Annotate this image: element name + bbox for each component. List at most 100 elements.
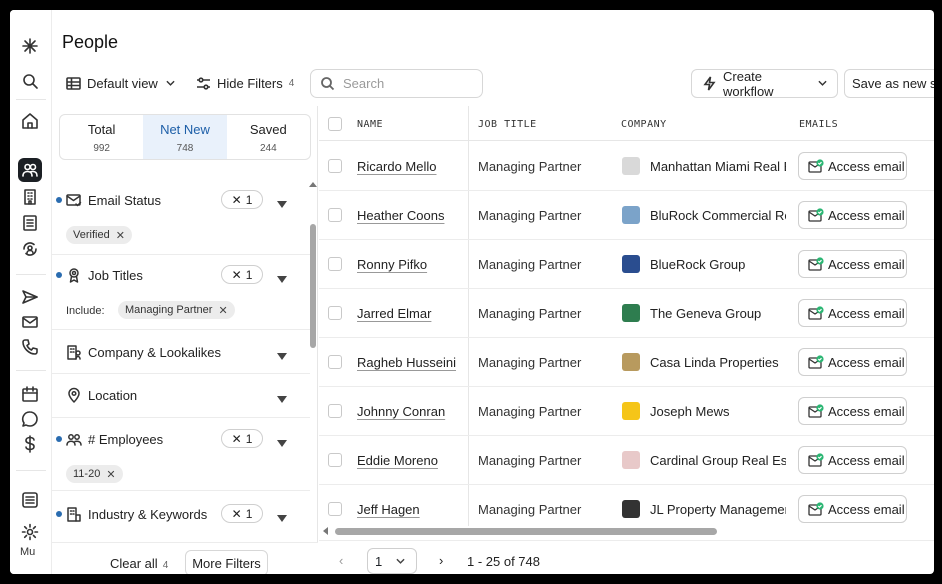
more-filters-button[interactable]: More Filters <box>185 550 268 574</box>
remove-chip-icon[interactable]: ✕ <box>116 229 125 242</box>
building-icon[interactable] <box>18 185 42 209</box>
column-header-job[interactable]: JOB TITLE <box>478 119 537 130</box>
remove-chip-icon[interactable]: ✕ <box>218 304 227 317</box>
remove-chip-icon[interactable]: ✕ <box>106 468 115 481</box>
tab-net-new[interactable]: Net New 748 <box>143 115 227 159</box>
access-email-button[interactable]: Access email <box>798 397 907 425</box>
search-input[interactable]: Search <box>310 69 483 98</box>
sparkle-logo-icon[interactable] <box>18 34 42 58</box>
person-name-link[interactable]: Jarred Elmar <box>357 306 431 321</box>
dollar-icon[interactable] <box>18 432 42 456</box>
tab-total[interactable]: Total 992 <box>60 115 143 159</box>
refresh-user-icon[interactable] <box>18 237 42 261</box>
table-row[interactable]: Jarred Elmar Managing Partner The Geneva G… <box>319 289 934 338</box>
company-name[interactable]: Casa Linda Properties <box>650 355 786 370</box>
column-header-name[interactable]: NAME <box>357 119 383 130</box>
filter-header[interactable]: Email Status ✕ 1 <box>52 182 310 218</box>
table-row[interactable]: Jeff Hagen Managing Partner JL Property Ma… <box>319 485 934 526</box>
select-all-checkbox[interactable] <box>328 117 342 131</box>
scroll-left-icon[interactable] <box>323 527 328 535</box>
row-checkbox[interactable] <box>328 502 342 516</box>
access-email-button[interactable]: Access email <box>798 495 907 523</box>
chevron-down-icon[interactable] <box>277 510 287 522</box>
table-row[interactable]: Ronny Pifko Managing Partner BlueRock Grou… <box>319 240 934 289</box>
filter-count-badge[interactable]: ✕ 1 <box>221 504 263 523</box>
table-row[interactable]: Ricardo Mello Managing Partner Manhattan M… <box>319 142 934 191</box>
person-name-link[interactable]: Eddie Moreno <box>357 453 438 468</box>
people-icon[interactable] <box>18 158 42 182</box>
row-checkbox[interactable] <box>328 355 342 369</box>
save-as-new-button[interactable]: Save as new se <box>844 69 934 98</box>
company-name[interactable]: JL Property Managemen <box>650 502 786 517</box>
row-checkbox[interactable] <box>328 208 342 222</box>
send-icon[interactable] <box>18 285 42 309</box>
scroll-up-icon[interactable] <box>309 182 317 187</box>
filter-chip[interactable]: Verified ✕ <box>66 226 132 244</box>
filter-chip[interactable]: Managing Partner ✕ <box>118 301 235 319</box>
clear-all-button[interactable]: Clear all 4 <box>110 556 168 571</box>
home-icon[interactable] <box>18 109 42 133</box>
chevron-down-icon[interactable] <box>277 391 287 403</box>
scrollbar-thumb[interactable] <box>310 224 316 348</box>
filter-header[interactable]: Industry & Keywords ✕ 1 <box>52 496 310 532</box>
access-email-button[interactable]: Access email <box>798 446 907 474</box>
company-name[interactable]: BlueRock Group <box>650 257 786 272</box>
prev-page-button[interactable]: ‹ <box>339 553 343 568</box>
person-name-link[interactable]: Ricardo Mello <box>357 159 436 174</box>
row-checkbox[interactable] <box>328 306 342 320</box>
table-row[interactable]: Ragheb Husseini Managing Partner Casa Lind… <box>319 338 934 387</box>
table-row[interactable]: Eddie Moreno Managing Partner Cardinal Gro… <box>319 436 934 485</box>
scrollbar-thumb[interactable] <box>335 528 717 535</box>
row-checkbox[interactable] <box>328 453 342 467</box>
create-workflow-button[interactable]: Create workflow <box>691 69 838 99</box>
person-name-link[interactable]: Ronny Pifko <box>357 257 427 272</box>
view-selector[interactable]: Default view <box>66 69 175 98</box>
column-header-emails[interactable]: EMAILS <box>799 119 838 130</box>
chevron-down-icon[interactable] <box>277 196 287 208</box>
list-icon[interactable] <box>18 211 42 235</box>
access-email-button[interactable]: Access email <box>798 348 907 376</box>
company-name[interactable]: BluRock Commercial Rea <box>650 208 786 223</box>
user-initials[interactable]: Mu <box>20 546 35 558</box>
person-name-link[interactable]: Jeff Hagen <box>357 502 420 517</box>
row-checkbox[interactable] <box>328 257 342 271</box>
company-name[interactable]: The Geneva Group <box>650 306 786 321</box>
filter-header[interactable]: Location <box>52 377 310 413</box>
filter-count-badge[interactable]: ✕ 1 <box>221 265 263 284</box>
tab-saved[interactable]: Saved 244 <box>227 115 310 159</box>
chat-icon[interactable] <box>18 407 42 431</box>
filter-header[interactable]: # Employees ✕ 1 <box>52 421 310 457</box>
chevron-down-icon[interactable] <box>277 435 287 447</box>
chevron-down-icon[interactable] <box>277 271 287 283</box>
search-icon[interactable] <box>18 69 42 93</box>
access-email-button[interactable]: Access email <box>798 152 907 180</box>
next-page-button[interactable]: › <box>439 553 443 568</box>
row-checkbox[interactable] <box>328 159 342 173</box>
access-email-button[interactable]: Access email <box>798 299 907 327</box>
person-name-link[interactable]: Johnny Conran <box>357 404 445 419</box>
person-name-link[interactable]: Ragheb Husseini <box>357 355 456 370</box>
filter-count-badge[interactable]: ✕ 1 <box>221 190 263 209</box>
access-email-button[interactable]: Access email <box>798 201 907 229</box>
table-row[interactable]: Heather Coons Managing Partner BluRock Com… <box>319 191 934 240</box>
page-select[interactable]: 1 <box>367 548 417 574</box>
filter-count-badge[interactable]: ✕ 1 <box>221 429 263 448</box>
company-name[interactable]: Joseph Mews <box>650 404 786 419</box>
phone-icon[interactable] <box>18 335 42 359</box>
hide-filters-button[interactable]: Hide Filters 4 <box>196 69 294 98</box>
company-name[interactable]: Manhattan Miami Real E <box>650 159 786 174</box>
filter-header[interactable]: Company & Lookalikes <box>52 334 310 370</box>
access-email-button[interactable]: Access email <box>798 250 907 278</box>
row-checkbox[interactable] <box>328 404 342 418</box>
table-row[interactable]: Johnny Conran Managing Partner Joseph Mews… <box>319 387 934 436</box>
person-name-link[interactable]: Heather Coons <box>357 208 444 223</box>
mail-icon[interactable] <box>18 310 42 334</box>
chevron-down-icon[interactable] <box>277 348 287 360</box>
company-name[interactable]: Cardinal Group Real Esta <box>650 453 786 468</box>
table-hscrollbar[interactable] <box>322 526 934 536</box>
gear-icon[interactable] <box>18 520 42 544</box>
panel-icon[interactable] <box>18 488 42 512</box>
filter-scrollbar[interactable] <box>308 180 317 572</box>
filter-header[interactable]: Job Titles ✕ 1 <box>52 257 310 293</box>
filter-chip[interactable]: 11-20 ✕ <box>66 465 123 483</box>
